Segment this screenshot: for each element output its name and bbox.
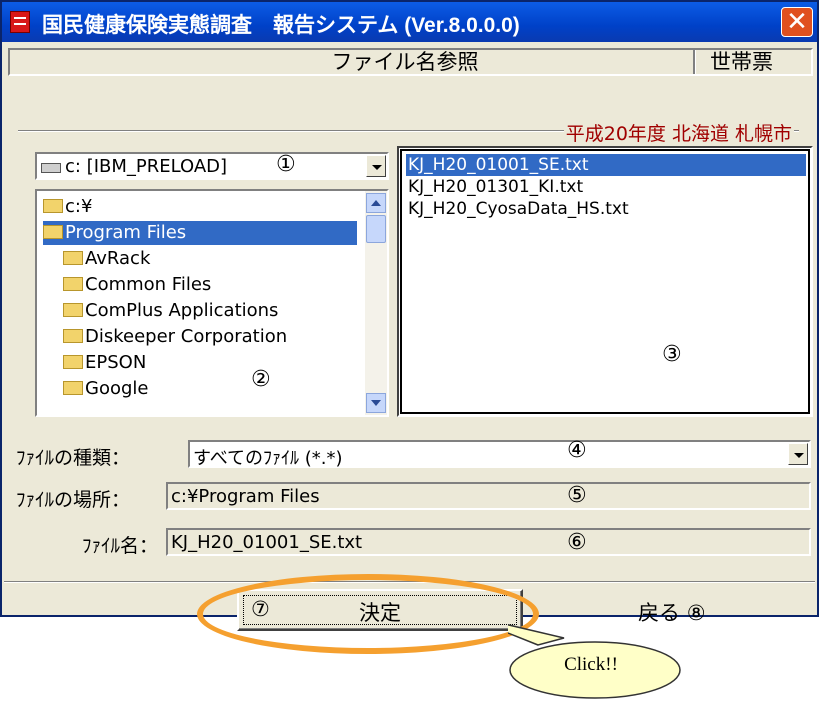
folder-label: EPSON: [85, 352, 147, 373]
app-icon: [10, 11, 30, 33]
folder-label: ComPlus Applications: [85, 300, 279, 321]
folder-icon: [63, 277, 83, 291]
file-location-label: ﾌｧｲﾙの場所：: [16, 489, 131, 511]
folder-item[interactable]: EPSON: [63, 351, 146, 375]
folder-item[interactable]: Diskeeper Corporation: [63, 325, 287, 349]
highlight-ring: [197, 574, 539, 654]
marker-6: ⑥: [567, 530, 587, 555]
file-name-field: KJ_H20_01001_SE.txt: [166, 528, 811, 556]
folder-list[interactable]: c:¥ Program Files AvRack Common Files ComPlu…: [35, 189, 389, 417]
folder-item[interactable]: Common Files: [63, 273, 211, 297]
scroll-up-icon[interactable]: [366, 193, 386, 213]
file-type-select[interactable]: すべてのﾌｧｲﾙ (*.*): [188, 440, 811, 469]
title-bar[interactable]: 国民健康保険実態調査 報告システム (Ver.8.0.0.0) ✕: [2, 2, 817, 42]
file-type-label: ﾌｧｲﾙの種類：: [16, 447, 131, 469]
file-name-label: ﾌｧｲﾙ名：: [82, 535, 159, 557]
drive-value: c: [IBM_PRELOAD]: [65, 156, 228, 177]
folder-item[interactable]: Google: [63, 377, 148, 401]
header-bar: ファイル名参照 世帯票: [8, 48, 813, 76]
file-browse-dialog: 国民健康保険実態調査 報告システム (Ver.8.0.0.0) ✕ ファイル名参…: [0, 0, 819, 617]
folder-icon: [43, 199, 63, 213]
folder-item[interactable]: ComPlus Applications: [63, 299, 278, 323]
folder-label: Google: [85, 378, 149, 399]
file-location-value: c:¥Program Files: [171, 486, 320, 507]
file-name-value: KJ_H20_01001_SE.txt: [171, 532, 363, 553]
chevron-down-icon[interactable]: [788, 443, 808, 465]
folder-label: AvRack: [85, 248, 151, 269]
window-title: 国民健康保険実態調査 報告システム (Ver.8.0.0.0): [42, 14, 520, 37]
file-item[interactable]: KJ_H20_CyosaData_HS.txt: [406, 198, 631, 220]
folder-icon: [63, 303, 83, 317]
folder-icon: [63, 355, 83, 369]
drive-icon: [41, 163, 61, 173]
file-item[interactable]: KJ_H20_01001_SE.txt: [406, 154, 806, 176]
marker-3: ③: [662, 342, 682, 367]
folder-scrollbar[interactable]: [365, 191, 387, 415]
folder-label: c:¥: [65, 196, 93, 217]
folder-icon: [43, 225, 63, 239]
folder-label: Common Files: [85, 274, 212, 295]
marker-2: ②: [251, 367, 271, 392]
folder-item[interactable]: AvRack: [63, 247, 150, 271]
folder-label: Program Files: [65, 222, 187, 243]
drive-select[interactable]: c: [IBM_PRELOAD]: [35, 152, 389, 180]
file-type-value: すべてのﾌｧｲﾙ (*.*): [193, 448, 343, 469]
folder-icon: [63, 381, 83, 395]
callout-text: Click!!: [564, 654, 618, 675]
survey-area-label: 平成20年度 北海道 札幌市: [563, 119, 794, 146]
folder-icon: [63, 329, 83, 343]
callout-tail: [508, 624, 565, 646]
scroll-down-icon[interactable]: [366, 393, 386, 413]
folder-icon: [63, 251, 83, 265]
marker-4: ④: [567, 438, 587, 463]
scroll-thumb[interactable]: [366, 215, 386, 243]
file-location-field: c:¥Program Files: [166, 482, 811, 510]
header-divider: [693, 50, 696, 74]
file-item[interactable]: KJ_H20_01301_KI.txt: [406, 176, 585, 198]
folder-item[interactable]: Program Files: [43, 221, 357, 245]
marker-1: ①: [276, 152, 296, 177]
file-list[interactable]: KJ_H20_01001_SE.txt KJ_H20_01301_KI.txt KJ…: [397, 146, 813, 417]
chevron-down-icon[interactable]: [366, 155, 386, 177]
close-button[interactable]: ✕: [781, 7, 813, 37]
marker-5: ⑤: [567, 483, 587, 508]
folder-item[interactable]: c:¥: [43, 195, 92, 219]
folder-label: Diskeeper Corporation: [85, 326, 288, 347]
page-title: ファイル名参照: [331, 50, 479, 74]
form-type-label: 世帯票: [710, 50, 773, 74]
marker-8: ⑧: [686, 601, 706, 625]
